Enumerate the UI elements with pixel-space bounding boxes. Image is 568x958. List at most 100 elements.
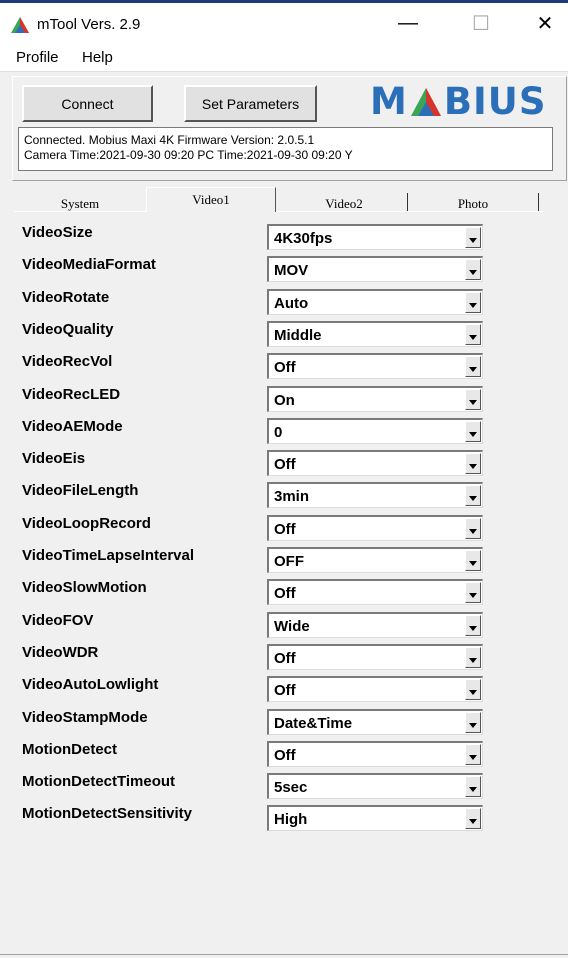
setting-dropdown-value: Off xyxy=(274,456,296,473)
logo-rest: BIUS xyxy=(443,80,547,123)
window-title: mTool Vers. 2.9 xyxy=(37,16,141,33)
setting-dropdown-value: 4K30fps xyxy=(274,230,333,247)
setting-dropdown-value: Off xyxy=(274,682,296,699)
status-line-1: Connected. Mobius Maxi 4K Firmware Versi… xyxy=(24,133,315,147)
dropdown-arrow-button[interactable] xyxy=(465,776,481,797)
chevron-down-icon xyxy=(469,496,477,501)
setting-dropdown-value: Off xyxy=(274,359,296,376)
chevron-down-icon xyxy=(469,755,477,760)
setting-dropdown[interactable]: OFF xyxy=(267,547,483,573)
setting-label: VideoLoopRecord xyxy=(22,515,151,532)
dropdown-arrow-button[interactable] xyxy=(465,679,481,700)
app-icon xyxy=(11,17,29,33)
chevron-down-icon xyxy=(469,819,477,824)
dropdown-arrow-button[interactable] xyxy=(465,421,481,442)
setting-dropdown[interactable]: On xyxy=(267,386,483,412)
setting-dropdown[interactable]: Off xyxy=(267,676,483,702)
menu-profile[interactable]: Profile xyxy=(16,49,59,66)
setting-dropdown-value: Off xyxy=(274,747,296,764)
tab-video1[interactable]: Video1 xyxy=(146,187,276,212)
setting-dropdown[interactable]: Middle xyxy=(267,321,483,347)
dropdown-arrow-button[interactable] xyxy=(465,712,481,733)
setting-label: VideoFOV xyxy=(22,612,94,629)
chevron-down-icon xyxy=(469,238,477,243)
dropdown-arrow-button[interactable] xyxy=(465,647,481,668)
dropdown-arrow-button[interactable] xyxy=(465,453,481,474)
setting-dropdown[interactable]: Off xyxy=(267,353,483,379)
setting-label: VideoSlowMotion xyxy=(22,579,147,596)
setting-dropdown-value: Off xyxy=(274,521,296,538)
setting-label: MotionDetectSensitivity xyxy=(22,805,193,822)
setting-label: VideoRecVol xyxy=(22,353,113,370)
dropdown-arrow-button[interactable] xyxy=(465,292,481,313)
tab-separator xyxy=(407,193,408,211)
dropdown-arrow-button[interactable] xyxy=(465,259,481,280)
setting-label: VideoSize xyxy=(22,224,93,241)
set-parameters-button[interactable]: Set Parameters xyxy=(184,85,317,122)
setting-label: VideoEis xyxy=(22,450,86,467)
dropdown-arrow-button[interactable] xyxy=(465,615,481,636)
setting-dropdown[interactable]: 0 xyxy=(267,418,483,444)
setting-dropdown-value: 5sec xyxy=(274,779,308,796)
setting-label: VideoQuality xyxy=(22,321,114,338)
setting-dropdown-value: On xyxy=(274,392,295,409)
setting-dropdown[interactable]: Off xyxy=(267,450,483,476)
dropdown-arrow-button[interactable] xyxy=(465,518,481,539)
chevron-down-icon xyxy=(469,593,477,598)
setting-label: VideoRotate xyxy=(22,289,110,306)
chevron-down-icon xyxy=(469,529,477,534)
setting-dropdown-value: Wide xyxy=(274,618,310,635)
setting-label: VideoWDR xyxy=(22,644,99,661)
maximize-icon: ☐ xyxy=(472,12,490,35)
setting-dropdown-value: MOV xyxy=(274,262,309,279)
dropdown-arrow-button[interactable] xyxy=(465,550,481,571)
tab-video2[interactable]: Video2 xyxy=(280,193,408,215)
setting-label: VideoRecLED xyxy=(22,386,121,403)
setting-dropdown[interactable]: Off xyxy=(267,579,483,605)
dropdown-arrow-button[interactable] xyxy=(465,389,481,410)
setting-dropdown[interactable]: Off xyxy=(267,644,483,670)
tab-photo[interactable]: Photo xyxy=(408,193,538,215)
chevron-down-icon xyxy=(469,723,477,728)
setting-dropdown[interactable]: Off xyxy=(267,741,483,767)
setting-dropdown[interactable]: 3min xyxy=(267,482,483,508)
chevron-down-icon xyxy=(469,335,477,340)
setting-dropdown[interactable]: Auto xyxy=(267,289,483,315)
setting-dropdown[interactable]: Date&Time xyxy=(267,709,483,735)
chevron-down-icon xyxy=(469,626,477,631)
setting-dropdown[interactable]: High xyxy=(267,805,483,831)
setting-dropdown-value: 0 xyxy=(274,424,283,441)
setting-label: VideoStampMode xyxy=(22,709,148,726)
chevron-down-icon xyxy=(469,270,477,275)
menu-help[interactable]: Help xyxy=(82,49,113,66)
setting-label: VideoFileLength xyxy=(22,482,139,499)
chevron-down-icon xyxy=(469,658,477,663)
close-button[interactable]: ✕ xyxy=(522,8,568,38)
maximize-button[interactable]: ☐ xyxy=(458,8,504,38)
setting-dropdown[interactable]: MOV xyxy=(267,256,483,282)
setting-dropdown[interactable]: 4K30fps xyxy=(267,224,483,250)
setting-label: MotionDetect xyxy=(22,741,117,758)
connect-button[interactable]: Connect xyxy=(22,85,153,122)
dropdown-arrow-button[interactable] xyxy=(465,227,481,248)
dropdown-arrow-button[interactable] xyxy=(465,324,481,345)
minimize-button[interactable]: — xyxy=(385,8,431,38)
dropdown-arrow-button[interactable] xyxy=(465,356,481,377)
dropdown-arrow-button[interactable] xyxy=(465,485,481,506)
setting-dropdown-value: Middle xyxy=(274,327,322,344)
setting-dropdown-value: 3min xyxy=(274,488,310,505)
setting-dropdown[interactable]: Wide xyxy=(267,612,483,638)
tab-system[interactable]: System xyxy=(18,193,142,215)
setting-dropdown[interactable]: Off xyxy=(267,515,483,541)
chevron-down-icon xyxy=(469,561,477,566)
dropdown-arrow-button[interactable] xyxy=(465,582,481,603)
dropdown-arrow-button[interactable] xyxy=(465,744,481,765)
window-bottom-border xyxy=(0,954,568,955)
setting-label: VideoMediaFormat xyxy=(22,256,156,273)
dropdown-arrow-button[interactable] xyxy=(465,808,481,829)
setting-label: VideoTimeLapseInterval xyxy=(22,547,195,564)
status-line-2: Camera Time:2021-09-30 09:20 PC Time:202… xyxy=(24,148,353,162)
setting-dropdown-value: Auto xyxy=(274,295,309,312)
setting-dropdown-value: OFF xyxy=(274,553,304,570)
setting-dropdown[interactable]: 5sec xyxy=(267,773,483,799)
